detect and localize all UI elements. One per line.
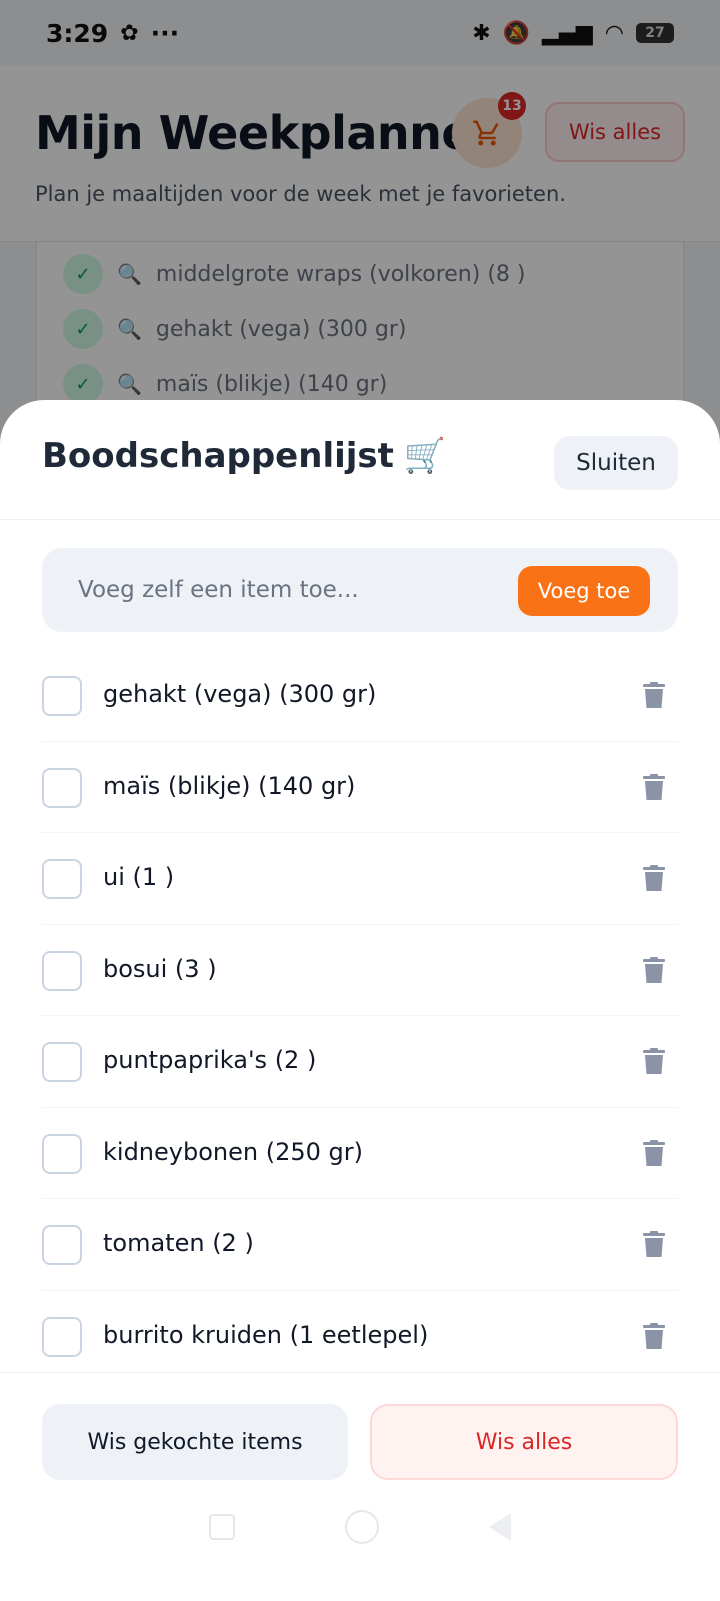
sheet-title-text: Boodschappenlijst [42, 436, 394, 476]
trash-icon[interactable] [643, 1048, 665, 1074]
shopping-cart-emoji-icon: 🛒 [403, 436, 447, 476]
list-item: gehakt (vega) (300 gr) [42, 650, 678, 742]
list-item: ui (1 ) [42, 833, 678, 925]
item-checkbox[interactable] [42, 1042, 82, 1082]
back-icon[interactable] [489, 1513, 511, 1541]
shopping-list: gehakt (vega) (300 gr) maïs (blikje) (14… [42, 650, 678, 1382]
item-label: gehakt (vega) (300 gr) [103, 680, 377, 708]
item-label: tomaten (2 ) [103, 1229, 254, 1257]
item-checkbox[interactable] [42, 1133, 82, 1174]
recents-icon[interactable] [209, 1514, 235, 1540]
item-label: burrito kruiden (1 eetlepel) [103, 1320, 429, 1349]
list-item: tomaten (2 ) [42, 1199, 678, 1291]
list-item: puntpaprika's (2 ) [42, 1016, 678, 1108]
list-item: bosui (3 ) [42, 925, 678, 1016]
item-checkbox[interactable] [42, 1316, 82, 1357]
clear-all-button[interactable]: Wis alles [370, 1404, 678, 1480]
item-checkbox[interactable] [42, 767, 82, 808]
add-item-input[interactable] [78, 548, 498, 632]
list-item: maïs (blikje) (140 gr) [42, 742, 678, 833]
sheet-footer: Wis gekochte items Wis alles [0, 1372, 720, 1601]
trash-icon[interactable] [643, 956, 665, 983]
close-button[interactable]: Sluiten [554, 436, 678, 490]
sheet-title: Boodschappenlijst 🛒 [42, 436, 446, 476]
trash-icon[interactable] [643, 682, 665, 708]
item-label: bosui (3 ) [103, 954, 217, 983]
add-item-bar: Voeg toe [42, 548, 678, 632]
trash-icon[interactable] [643, 773, 665, 800]
item-checkbox[interactable] [42, 950, 82, 991]
trash-icon[interactable] [643, 1231, 665, 1257]
trash-icon[interactable] [643, 1139, 665, 1166]
home-icon[interactable] [345, 1510, 379, 1544]
item-label: ui (1 ) [103, 863, 175, 891]
item-label: kidneybonen (250 gr) [103, 1137, 363, 1166]
clear-bought-button[interactable]: Wis gekochte items [42, 1404, 348, 1480]
list-item: burrito kruiden (1 eetlepel) [42, 1291, 678, 1382]
item-label: puntpaprika's (2 ) [103, 1046, 317, 1074]
add-item-button[interactable]: Voeg toe [518, 566, 650, 616]
list-item: kidneybonen (250 gr) [42, 1108, 678, 1199]
item-label: maïs (blikje) (140 gr) [103, 771, 356, 800]
item-checkbox[interactable] [42, 859, 82, 899]
item-checkbox[interactable] [42, 1225, 82, 1265]
item-checkbox[interactable] [42, 676, 82, 716]
trash-icon[interactable] [643, 865, 665, 891]
system-nav-bar [0, 1502, 720, 1552]
trash-icon[interactable] [643, 1322, 665, 1349]
sheet-header: Boodschappenlijst 🛒 Sluiten [0, 400, 720, 520]
shopping-list-sheet: Boodschappenlijst🛒 Sluiten Voeg toe geha… [0, 400, 720, 1601]
